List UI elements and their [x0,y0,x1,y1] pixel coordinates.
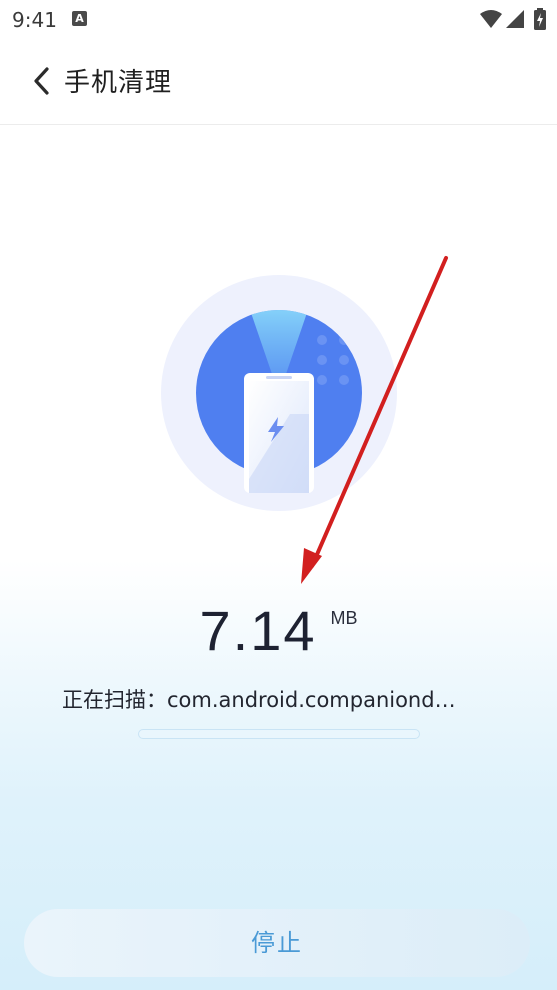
status-icons [479,8,549,30]
status-bar: 9:41 A [0,0,557,40]
wifi-icon [480,10,502,28]
back-button[interactable] [28,64,56,98]
app-header: 手机清理 [0,40,557,125]
chevron-left-icon [34,67,49,95]
signal-icon [506,10,524,28]
scanned-size: 7.14 MB [0,598,557,668]
scanned-size-unit: MB [330,608,358,628]
scan-progress-bar [138,729,420,739]
status-time: 9:41 [12,8,57,32]
scanned-size-value: 7.14 [199,599,317,662]
phone-scan-illustration [160,274,398,512]
page-title: 手机清理 [64,68,173,98]
scan-status-text: 正在扫描：com.android.companiond… [62,688,456,712]
a-icon: A [72,11,87,26]
phone-scan-icon [161,275,397,511]
battery-charging-icon [534,8,546,30]
stop-button[interactable]: 停止 [24,909,530,977]
